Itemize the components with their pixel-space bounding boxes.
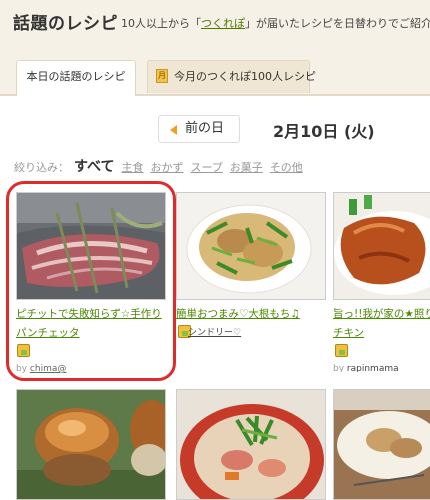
date-navigation: 前の日 2月10日 (火) [0, 112, 430, 146]
tab-bar: 本日の話題のレシピ 月 今月のつくれぽ100人レシピ [0, 50, 430, 96]
recipe-title[interactable]: 旨っ!!我が家の★照り焼きチキン チキン [333, 305, 430, 343]
recipe-author: by rapinmama [333, 364, 399, 372]
recipe-title-line2: チキン [333, 327, 365, 339]
recipe-photo-plate[interactable] [333, 389, 430, 500]
stuffed-shiitake-image [17, 390, 165, 499]
filter-other[interactable]: その他 [270, 161, 303, 174]
page-header: 話題のレシピ 10人以上から「つくれぽ」が届いたレシピを日替わりでご紹介 [0, 0, 430, 50]
plate-dish-image [334, 390, 430, 499]
header-desc-prefix: 10人以上から「 [121, 17, 201, 30]
recipe-photo-teriyaki-chicken[interactable] [333, 192, 430, 300]
recipe-title[interactable]: 簡単おつまみ♡大根もち♫ [176, 305, 326, 324]
recipe-photo-daikon-mochi[interactable] [176, 192, 326, 300]
header-description: 10人以上から「つくれぽ」が届いたレシピを日替わりでご紹介 [121, 15, 430, 31]
daikon-mochi-image [177, 193, 325, 299]
recipe-author: シンドリー♡ [188, 325, 241, 338]
recipe-card [176, 389, 328, 500]
tab-monthly-100-recipes[interactable]: 月 今月のつくれぽ100人レシピ [147, 60, 316, 93]
recipe-card [16, 389, 168, 500]
filter-sweets[interactable]: お菓子 [230, 161, 263, 174]
filter-side-dish[interactable]: おかず [150, 161, 183, 174]
recipe-title-line1: 簡単おつまみ♡大根もち♫ [176, 308, 300, 320]
arrow-left-icon [170, 125, 177, 135]
highlight-circle [6, 181, 176, 381]
author-name-link[interactable]: rapinmama [347, 364, 399, 372]
teriyaki-chicken-image [334, 193, 430, 299]
recipe-title-line1: 旨っ!!我が家の★照り焼きチキン [333, 308, 430, 320]
filter-staple[interactable]: 主食 [121, 161, 143, 174]
filter-label: 絞り込み： [14, 161, 69, 174]
book-icon: 月 [156, 69, 168, 83]
filter-row: 絞り込み： すべて 主食 おかず スープ お菓子 その他 [14, 156, 424, 178]
tab-todays-topic-recipes[interactable]: 本日の話題のレシピ [16, 60, 136, 96]
header-desc-suffix: 」が届いたレシピを日替わりでご紹介 [245, 17, 430, 30]
tonjiru-image [177, 390, 325, 499]
filter-soup[interactable]: スープ [190, 161, 222, 174]
author-name-link[interactable]: シンドリー♡ [188, 328, 241, 338]
prev-day-label: 前の日 [185, 121, 225, 136]
current-date: 2月10日 (火) [273, 122, 375, 141]
prev-day-button[interactable]: 前の日 [158, 115, 240, 143]
tab-monthly-label: 今月のつくれぽ100人レシピ [174, 70, 316, 83]
recipe-card: 簡単おつまみ♡大根もち♫ シンドリー♡ [176, 192, 328, 372]
recipe-card [333, 389, 430, 500]
tsukurepo-link[interactable]: つくれぽ [201, 17, 245, 30]
author-prefix: by [333, 364, 345, 372]
recipe-photo-tonjiru[interactable] [176, 389, 326, 500]
filter-all[interactable]: すべて [74, 159, 114, 175]
recipe-card: 旨っ!!我が家の★照り焼きチキン チキン by rapinmama [333, 192, 430, 372]
page-title: 話題のレシピ [13, 14, 118, 34]
tsukurepo-hand-icon [335, 344, 348, 357]
recipe-photo-stuffed-shiitake[interactable] [16, 389, 166, 500]
